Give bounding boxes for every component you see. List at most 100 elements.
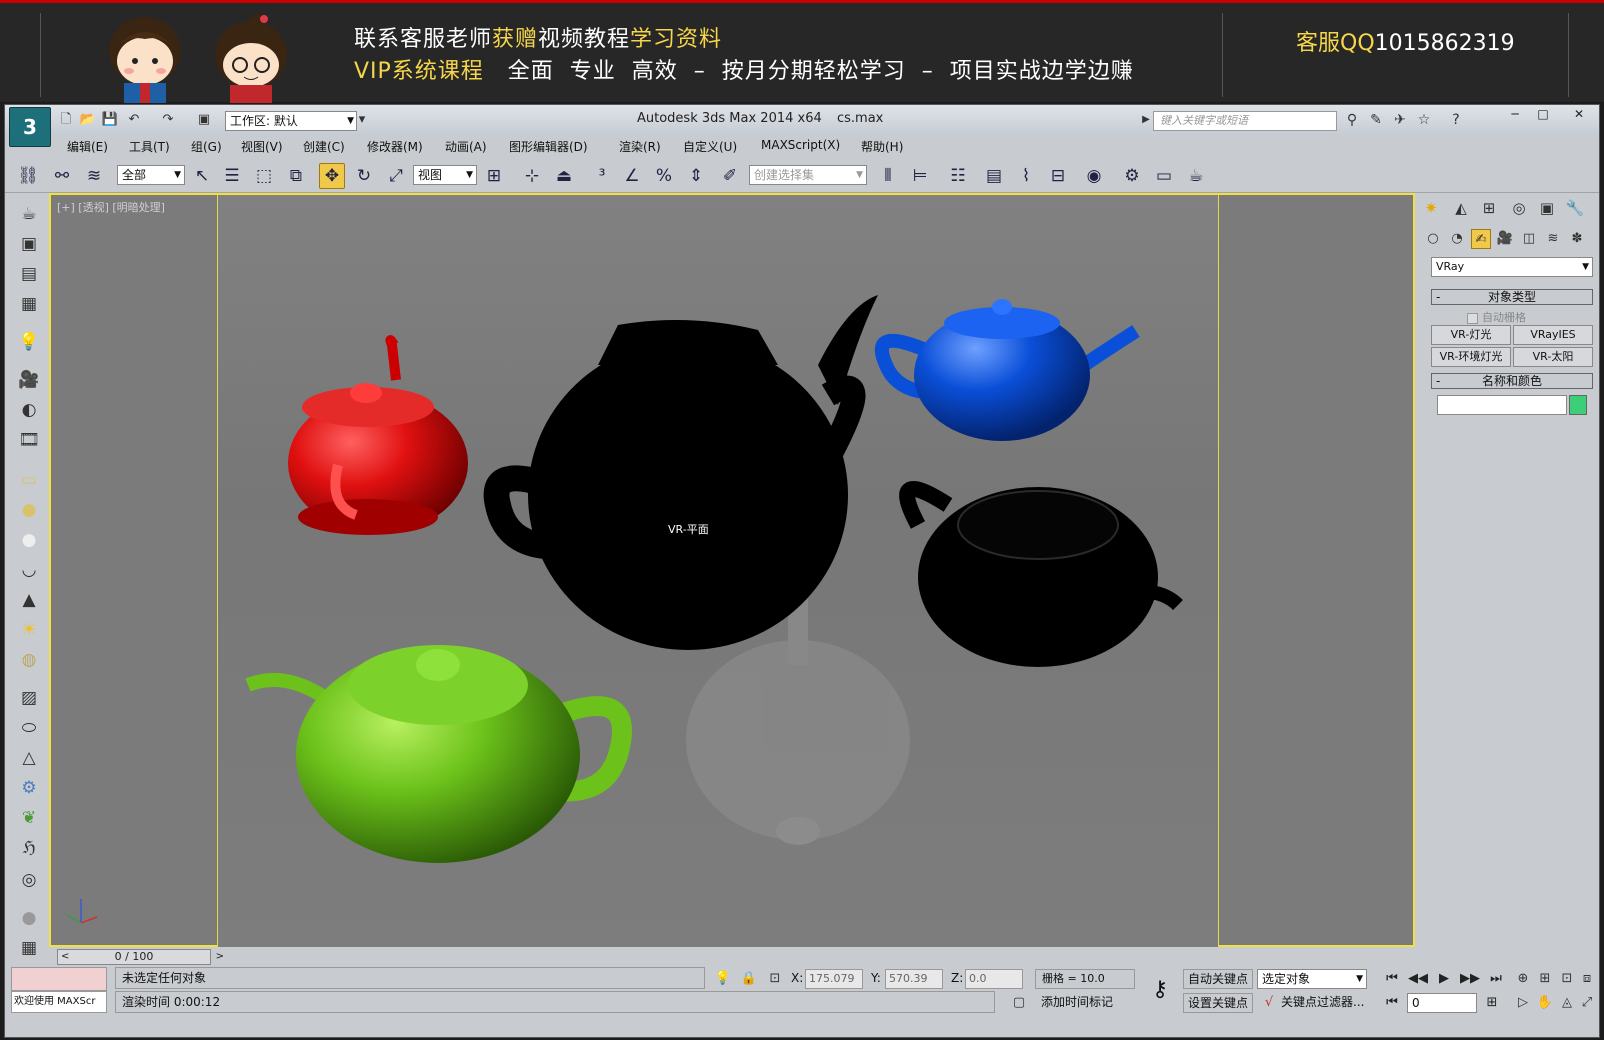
select-object-icon[interactable]: ↖ [189,163,215,189]
y-coordinate-field[interactable]: 570.39 [885,969,943,989]
bind-space-warp-icon[interactable]: ≋ [81,163,107,189]
keyboard-shortcut-icon[interactable]: ⏏ [551,163,577,189]
zoom-icon[interactable]: ⊕ [1513,969,1533,989]
sphere-light-icon[interactable]: ● [15,497,43,523]
key-filters-icon[interactable]: √ [1259,993,1279,1013]
selection-filter-dropdown[interactable]: 全部 ▼ [117,165,185,185]
red-teapot[interactable] [288,335,468,535]
align-icon[interactable]: ⊨ [907,163,933,189]
scale-tool-icon[interactable]: ⤢ [383,163,409,189]
pivot-center-icon[interactable]: ⊞ [481,163,507,189]
new-file-icon[interactable]: 🗋 [57,111,75,129]
plane-icon[interactable]: ▭ [15,467,43,493]
cameras-icon[interactable]: 🎥 [1495,229,1515,249]
geometry-icon[interactable]: ○ [1423,229,1443,249]
auto-grid-checkbox[interactable]: 自动栅格 [1467,309,1526,325]
material-editor-icon[interactable]: ◉ [1081,163,1107,189]
select-by-name-icon[interactable]: ☰ [219,163,245,189]
key-mode-toggle-icon[interactable]: ⏮ [1381,993,1403,1013]
blue-teapot[interactable] [874,299,1140,441]
list-icon[interactable]: ▤ [15,261,43,287]
cone-icon[interactable]: ▲ [15,587,43,613]
go-to-end-icon[interactable]: ⏭ [1485,969,1507,989]
curve-editor-icon[interactable]: ⌇ [1013,163,1039,189]
previous-frame-icon[interactable]: ◀◀ [1407,969,1429,989]
pyramid-icon[interactable]: △ [15,745,43,771]
add-time-tag-icon[interactable]: ▢ [1009,993,1029,1013]
gear-icon[interactable]: ⚙ [15,775,43,801]
percent-snap-icon[interactable]: % [651,163,677,189]
maximize-viewport-icon[interactable]: ⤢ [1577,993,1597,1013]
render-icon[interactable]: ▣ [15,231,43,257]
rotate-tool-icon[interactable]: ↻ [351,163,377,189]
set-key-mode-icon[interactable]: ⚷ [1145,975,1175,1005]
light-icon[interactable]: 💡 [15,329,43,355]
object-type-rollout[interactable]: - 对象类型 [1431,289,1593,305]
light-category-dropdown[interactable]: VRay ▼ [1431,257,1593,277]
maximize-button[interactable]: □ [1529,105,1557,123]
spinner-snap-icon[interactable]: ⇕ [683,163,709,189]
link-icon[interactable]: ⛓ [15,163,41,189]
teapot-icon[interactable]: ☕ [15,201,43,227]
bowl-icon[interactable]: ◡ [15,557,43,583]
pan-icon[interactable]: ✋ [1535,993,1555,1013]
selection-lock-icon[interactable]: 🔒 [739,969,759,989]
modify-tab-icon[interactable]: ◭ [1449,197,1473,219]
grid-tool-icon[interactable]: ▦ [15,935,43,961]
lights-icon[interactable]: ✍ [1471,229,1491,249]
hair-icon[interactable]: ℌ [15,835,43,861]
z-coordinate-field[interactable]: 0.0 [965,969,1023,989]
table-icon[interactable]: ▦ [15,291,43,317]
x-coordinate-field[interactable]: 175.079 [805,969,863,989]
menu-views[interactable]: 视图(V) [241,138,283,155]
select-manipulate-icon[interactable]: ⊹ [519,163,545,189]
window-crossing-icon[interactable]: ⧉ [283,163,309,189]
workspace-dropdown[interactable]: 工作区: 默认 ▼ [225,111,357,131]
add-time-tag[interactable]: 添加时间标记 [1035,993,1135,1013]
undo-icon[interactable]: ↶ [125,111,143,129]
rect-selection-icon[interactable]: ⬚ [251,163,277,189]
help-icon[interactable]: ? [1447,111,1465,129]
menu-animation[interactable]: 动画(A) [445,138,487,155]
schematic-view-icon[interactable]: ⊟ [1045,163,1071,189]
name-color-rollout[interactable]: - 名称和颜色 [1431,373,1593,389]
zoom-extents-all-icon[interactable]: ⧈ [1577,969,1597,989]
create-tab-icon[interactable]: ✷ [1419,197,1443,219]
angle-snap-icon[interactable]: ∠ [619,163,645,189]
camera-icon[interactable]: 🎥 [15,367,43,393]
perspective-viewport[interactable]: [+] [透视] [明暗处理] VR-平面 [49,193,1415,947]
render-setup-icon[interactable]: ⚙ [1119,163,1145,189]
menu-graph-editors[interactable]: 图形编辑器(D) [509,138,588,155]
subscription-icon[interactable]: ✎ [1367,111,1385,129]
project-folder-icon[interactable]: ▣ [195,111,213,129]
space-warps-icon[interactable]: ≋ [1543,229,1563,249]
zoom-extents-icon[interactable]: ⊡ [1557,969,1577,989]
app-logo-button[interactable]: 3 [9,107,51,147]
rendered-frame-window-icon[interactable]: ▭ [1151,163,1177,189]
layer-manager-icon[interactable]: ☷ [945,163,971,189]
dome-light-icon[interactable]: ◍ [15,647,43,673]
next-frame-icon[interactable]: ▶▶ [1459,969,1481,989]
menu-customize[interactable]: 自定义(U) [683,138,737,155]
object-name-input[interactable] [1437,395,1567,415]
isolate-selection-icon[interactable]: 💡 [713,969,733,989]
speaker-icon[interactable]: ◐ [15,397,43,423]
field-of-view-icon[interactable]: ▷ [1513,993,1533,1013]
shapes-icon[interactable]: ◔ [1447,229,1467,249]
redo-icon[interactable]: ↷ [159,111,177,129]
fur-icon[interactable]: ◎ [15,867,43,893]
utilities-tab-icon[interactable]: 🔧 [1563,197,1587,219]
mirror-icon[interactable]: ⫴ [875,163,901,189]
vr-ambient-light-button[interactable]: VR-环境灯光 [1431,347,1511,367]
sphere-grey-icon[interactable]: ● [15,905,43,931]
vrayies-button[interactable]: VRayIES [1513,325,1593,345]
black-teapot-large[interactable] [483,295,878,650]
plant-icon[interactable]: ❦ [15,805,43,831]
close-button[interactable]: ✕ [1565,105,1593,123]
reference-coord-dropdown[interactable]: 视图 ▼ [413,165,477,185]
helpers-icon[interactable]: ◫ [1519,229,1539,249]
named-selection-dropdown[interactable]: 创建选择集 ▼ [749,165,867,185]
grid-box-icon[interactable]: ▨ [15,685,43,711]
vr-light-button[interactable]: VR-灯光 [1431,325,1511,345]
go-to-start-icon[interactable]: ⏮ [1381,969,1403,989]
